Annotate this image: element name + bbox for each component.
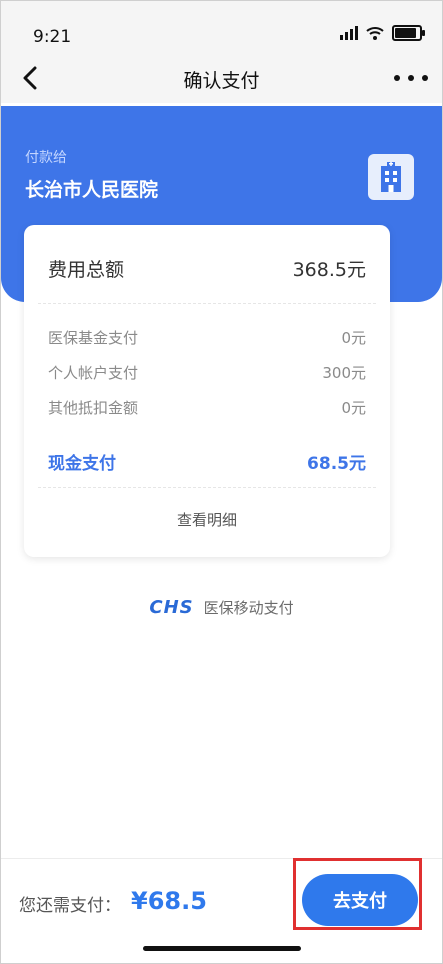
status-icons (340, 25, 425, 41)
amount-due-value: ¥68.5 (131, 887, 207, 915)
chs-logo: CHS (149, 597, 194, 618)
brand-footer: CHS 医保移动支付 (1, 597, 442, 618)
payee-name: 长治市人民医院 (25, 179, 159, 201)
battery-icon (392, 25, 425, 41)
total-row: 费用总额 368.5元 (48, 255, 366, 282)
status-bar: 9:21 (1, 1, 442, 53)
fee-summary-card: 费用总额 368.5元 医保基金支付 0元 个人帐户支付 300元 其他抵扣金额… (24, 225, 390, 557)
wifi-icon (366, 27, 384, 40)
fund-payment-label: 医保基金支付 (48, 329, 139, 347)
personal-account-row: 个人帐户支付 300元 (48, 362, 366, 383)
total-value: 368.5元 (292, 259, 366, 281)
divider (38, 487, 376, 488)
amount-due-label: 您还需支付： (19, 896, 121, 916)
other-deduction-row: 其他抵扣金额 0元 (48, 397, 366, 418)
fund-payment-value: 0元 (341, 329, 366, 347)
more-dots-icon (394, 75, 400, 81)
hospital-building-icon (368, 154, 414, 200)
brand-text: 医保移动支付 (203, 599, 294, 617)
phone-frame: 9:21 确认支付 付款给 长治市人民医院 费用总额 368.5元 医保基金支付… (0, 0, 443, 964)
status-time: 9:21 (33, 27, 72, 47)
cash-payment-value: 68.5元 (307, 454, 366, 474)
signal-icon (340, 26, 358, 40)
navigation-bar: 确认支付 (1, 53, 442, 103)
divider (38, 303, 376, 304)
payee-label: 付款给 (25, 150, 67, 166)
home-indicator (143, 946, 301, 951)
more-button[interactable] (394, 69, 428, 87)
page-title: 确认支付 (183, 70, 260, 92)
cash-payment-row: 现金支付 68.5元 (48, 449, 366, 474)
personal-account-label: 个人帐户支付 (48, 364, 139, 382)
view-details-link[interactable]: 查看明细 (24, 509, 390, 530)
other-deduction-value: 0元 (341, 399, 366, 417)
cash-payment-label: 现金支付 (48, 454, 116, 474)
other-deduction-label: 其他抵扣金额 (48, 399, 139, 417)
total-label: 费用总额 (48, 259, 125, 281)
personal-account-value: 300元 (322, 364, 366, 382)
pay-button-highlight (293, 858, 422, 930)
fund-payment-row: 医保基金支付 0元 (48, 327, 366, 348)
